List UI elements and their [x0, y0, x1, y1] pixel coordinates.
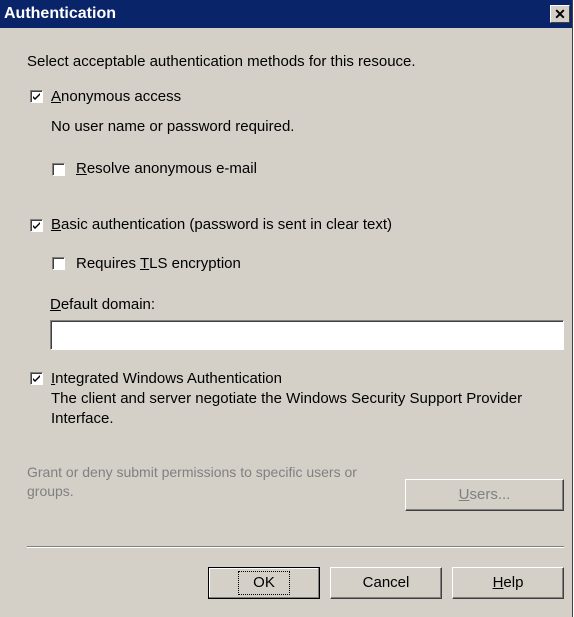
anonymous-access-label[interactable]: Anonymous access [51, 88, 181, 105]
anonymous-access-checkbox[interactable] [30, 90, 43, 103]
anonymous-description: No user name or password required. [51, 118, 295, 135]
ok-button[interactable]: OK [208, 567, 320, 599]
permissions-text-line2: groups. [27, 483, 74, 499]
default-domain-label: Default domain: [50, 296, 156, 313]
requires-tls-checkbox[interactable] [52, 257, 65, 270]
requires-tls-label[interactable]: Requires TLS encryption [76, 255, 241, 272]
permissions-text-line1: Grant or deny submit permissions to spec… [27, 464, 357, 480]
checkmark-icon [33, 93, 40, 100]
integrated-description-line1: The client and server negotiate the Wind… [51, 390, 523, 407]
integrated-windows-checkbox[interactable] [30, 372, 43, 385]
integrated-description-line2: Interface. [51, 410, 114, 427]
window-title: Authentication [4, 5, 116, 22]
cancel-button[interactable]: Cancel [330, 567, 442, 599]
resolve-email-checkbox[interactable] [52, 163, 65, 176]
checkmark-icon [33, 375, 40, 382]
basic-auth-label[interactable]: Basic authentication (password is sent i… [51, 216, 392, 233]
users-button[interactable]: Users... [405, 479, 564, 511]
close-button[interactable]: ✕ [550, 5, 570, 23]
title-bar: Authentication [0, 0, 572, 28]
checkmark-icon [33, 222, 40, 229]
separator [27, 546, 564, 548]
resolve-email-label[interactable]: Resolve anonymous e-mail [76, 160, 257, 177]
help-button[interactable]: Help [452, 567, 564, 599]
close-icon: ✕ [554, 6, 566, 22]
default-domain-input[interactable] [50, 320, 564, 350]
authentication-dialog: Authentication ✕ Select acceptable authe… [0, 0, 573, 617]
intro-text: Select acceptable authentication methods… [27, 53, 416, 70]
basic-auth-checkbox[interactable] [30, 219, 43, 232]
integrated-windows-label[interactable]: Integrated Windows Authentication [51, 370, 282, 387]
